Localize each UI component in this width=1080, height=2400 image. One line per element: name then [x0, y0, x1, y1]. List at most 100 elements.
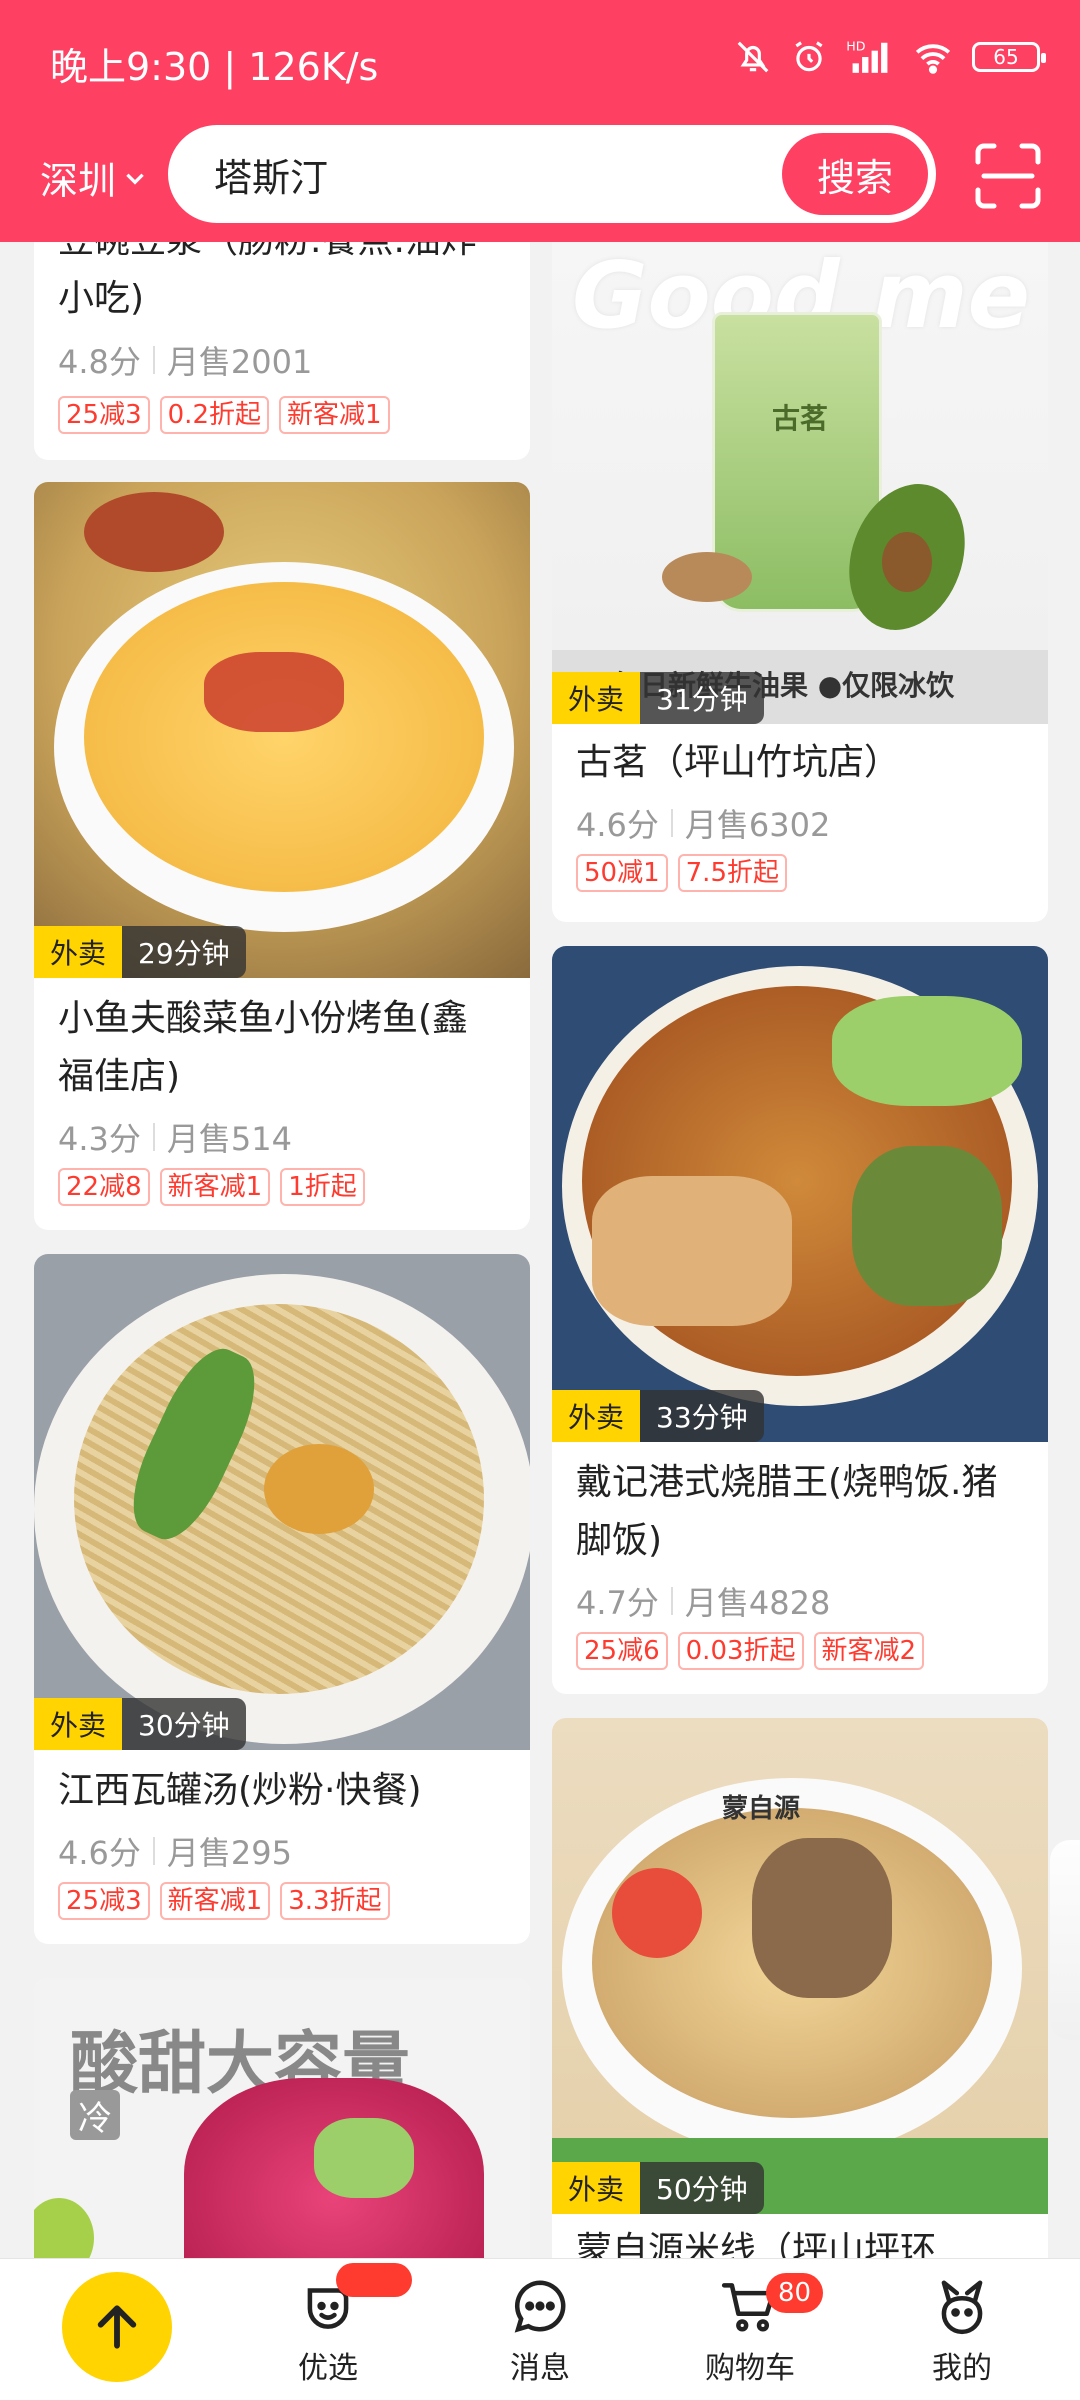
takeout-label: 外卖 [552, 1390, 641, 1442]
promo-list: 25减3 0.2折起 新客减1 [58, 396, 390, 434]
card-title: 小鱼夫酸菜鱼小份烤鱼(鑫 福佳店) [58, 990, 506, 1106]
restaurant-card[interactable]: 蒙自源 外卖 50分钟 蒙自源米线（坪山坪环 [552, 1718, 1048, 2258]
promo-tag: 新客减1 [279, 396, 390, 434]
promo-tag: 25减3 [58, 1882, 150, 1920]
nav-label: 消息 [510, 2351, 570, 2386]
promo-tag: 0.2折起 [159, 396, 269, 434]
delivery-tag: 外卖 50分钟 [552, 2162, 764, 2214]
takeout-label: 外卖 [552, 672, 641, 724]
takeout-label: 外卖 [34, 926, 123, 978]
card-title: 江西瓦罐汤(炒粉·快餐) [58, 1770, 422, 1811]
restaurant-image [552, 946, 1048, 1442]
wifi-icon [915, 44, 951, 74]
delivery-time: 29分钟 [122, 926, 246, 978]
profile-icon [941, 2280, 983, 2335]
monthly-sales: 月售514 [166, 1120, 292, 1158]
restaurant-image: 蒙自源 [552, 1718, 1048, 2214]
scan-button[interactable] [972, 140, 1044, 212]
nav-item-messages[interactable]: 消息 [470, 2259, 610, 2400]
promo-tag: 1折起 [280, 1168, 365, 1206]
bowl-text: 蒙自源 [722, 1794, 801, 1824]
restaurant-card[interactable]: 外卖 30分钟 江西瓦罐汤(炒粉·快餐) 4.6分 月售295 25减3 新客减… [34, 1254, 530, 1944]
rating: 4.6分 [576, 806, 659, 844]
promo-tag: 22减8 [58, 1168, 150, 1206]
card-title: 戴记港式烧腊王(烧鸭饭.猪 脚饭) [576, 1454, 1024, 1570]
nav-label: 我的 [932, 2351, 992, 2386]
card-meta: 4.6分 月售295 [58, 1828, 292, 1874]
promo-list: 50减1 7.5折起 [576, 854, 787, 892]
promo-tag: 50减1 [576, 854, 668, 892]
rating: 4.6分 [58, 1834, 141, 1872]
delivery-time: 30分钟 [122, 1698, 246, 1750]
takeout-label: 外卖 [34, 1698, 123, 1750]
promo-list: 25减6 0.03折起 新客减2 [576, 1632, 925, 1670]
city-selector[interactable]: 深圳 [40, 150, 148, 205]
delivery-time: 31分钟 [640, 672, 764, 724]
promo-tag: 3.3折起 [280, 1882, 390, 1920]
battery-level: 65 [993, 45, 1019, 69]
search-input[interactable]: 塔斯汀 [214, 147, 328, 202]
card-meta: 4.6分 月售6302 [576, 800, 830, 846]
delivery-time: 33分钟 [640, 1390, 764, 1442]
rating: 4.7分 [576, 1584, 659, 1622]
scan-icon [975, 143, 1041, 209]
restaurant-image [34, 1254, 530, 1750]
promo-tag: 新客减1 [159, 1168, 271, 1206]
rating: 4.3分 [58, 1120, 141, 1158]
card-title-line: 小吃) [58, 278, 145, 319]
cart-badge: 80 [766, 2273, 824, 2313]
nav-item-profile[interactable]: 我的 [892, 2259, 1032, 2400]
floating-widget-edge[interactable] [1050, 1840, 1080, 2040]
takeout-label: 外卖 [552, 2162, 641, 2214]
delivery-tag: 外卖 29分钟 [34, 926, 246, 978]
delivery-time: 50分钟 [640, 2162, 764, 2214]
restaurant-card[interactable]: 酸甜大容量 冷 [34, 1978, 530, 2258]
monthly-sales: 月售4828 [684, 1584, 831, 1622]
promo-tag: 25减6 [576, 1632, 668, 1670]
card-title: 蒙自源米线（坪山坪环 [576, 2230, 937, 2258]
search-box[interactable]: 塔斯汀 搜索 [168, 125, 936, 223]
cup-label: 古茗 [772, 402, 829, 435]
back-to-top-button[interactable] [62, 2272, 172, 2382]
card-meta: 4.3分 月售514 [58, 1114, 292, 1160]
monthly-sales: 月售295 [166, 1834, 292, 1872]
card-title-line: 戴记港式烧腊王(烧鸭饭.猪 [576, 1462, 998, 1503]
promo-list: 25减3 新客减1 3.3折起 [58, 1882, 390, 1920]
card-title-line: 豆碗豆浆（肠粉.餐点.油炸 [58, 242, 506, 270]
promo-tag: 25减3 [58, 396, 150, 434]
monthly-sales: 月售6302 [684, 806, 831, 844]
battery-icon: 65 [972, 42, 1046, 72]
youxuan-badge [336, 2263, 412, 2297]
status-bar: 晚上9:30 | 126K/s HD 65 [0, 0, 1080, 125]
restaurant-image: Good me 古茗 每日新鲜牛油果 ●仅限冰饮 [552, 242, 1048, 724]
promo-tag: 7.5折起 [677, 854, 787, 892]
alarm-icon [795, 41, 823, 72]
card-meta: 4.7分 月售4828 [576, 1578, 830, 1624]
arrow-up-icon [97, 2305, 137, 2349]
chevron-down-icon [126, 173, 144, 185]
restaurant-card[interactable]: 外卖 29分钟 小鱼夫酸菜鱼小份烤鱼(鑫 福佳店) 4.3分 月售514 22减… [34, 482, 530, 1230]
promo-tag: 新客减1 [159, 1882, 271, 1920]
status-time: 晚上9:30 | 126K/s [50, 45, 379, 89]
promo-tag: 0.03折起 [677, 1632, 804, 1670]
city-label: 深圳 [40, 159, 117, 203]
promo-list: 22减8 新客减1 1折起 [58, 1168, 365, 1206]
card-title: 豆碗豆浆（肠粉.餐点.油炸 小吃) [58, 242, 506, 328]
card-meta: 4.8分 月售2001 [58, 337, 312, 383]
message-icon [514, 2280, 566, 2333]
delivery-tag: 外卖 33分钟 [552, 1390, 764, 1442]
nav-label: 购物车 [705, 2351, 795, 2386]
restaurant-card[interactable]: 豆碗豆浆（肠粉.餐点.油炸 小吃) 4.8分 月售2001 25减3 0.2折起… [34, 242, 530, 460]
rating: 4.8分 [58, 343, 141, 381]
delivery-tag: 外卖 30分钟 [34, 1698, 246, 1750]
restaurant-card[interactable]: Good me 古茗 每日新鲜牛油果 ●仅限冰饮 外卖 31分钟 古茗（坪山竹坑… [552, 242, 1048, 922]
cold-badge: 冷 [70, 2090, 120, 2140]
card-title-line: 脚饭) [576, 1520, 663, 1561]
header: 晚上9:30 | 126K/s HD 65 深圳 塔斯汀 搜索 [0, 0, 1080, 242]
delivery-tag: 外卖 31分钟 [552, 672, 764, 724]
signal-icon: HD [846, 39, 888, 73]
restaurant-card[interactable]: 外卖 33分钟 戴记港式烧腊王(烧鸭饭.猪 脚饭) 4.7分 月售4828 25… [552, 946, 1048, 1694]
restaurant-feed[interactable]: 豆碗豆浆（肠粉.餐点.油炸 小吃) 4.8分 月售2001 25减3 0.2折起… [0, 242, 1080, 2258]
svg-text:HD: HD [846, 39, 865, 54]
search-button[interactable]: 搜索 [782, 133, 928, 215]
